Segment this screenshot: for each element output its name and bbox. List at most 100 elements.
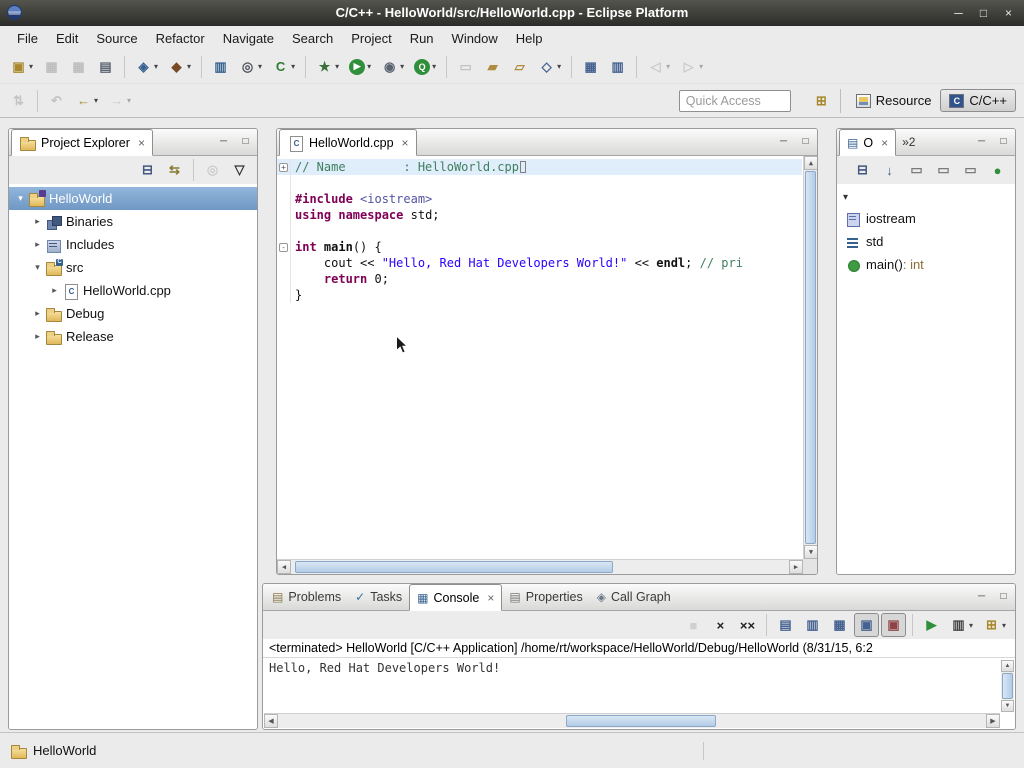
- close-window-button[interactable]: ×: [998, 3, 1019, 23]
- scroll-left-icon[interactable]: [264, 714, 278, 728]
- minimize-view-button[interactable]: ─: [974, 589, 989, 603]
- run-button[interactable]: ▶▾: [345, 55, 375, 79]
- hide-non-public-members-button[interactable]: ▭: [958, 158, 983, 182]
- scroll-right-icon[interactable]: [986, 714, 1000, 728]
- linked-mode-button[interactable]: ●: [985, 158, 1010, 182]
- menu-source[interactable]: Source: [87, 28, 146, 49]
- tab-tasks[interactable]: ✓Tasks: [348, 583, 409, 610]
- scroll-right-icon[interactable]: [789, 560, 803, 574]
- menu-edit[interactable]: Edit: [47, 28, 87, 49]
- open-perspective-button[interactable]: ⊞: [809, 89, 834, 113]
- tree-item-release[interactable]: ▸Release: [9, 325, 257, 348]
- tab-properties[interactable]: ▤Properties: [502, 583, 589, 610]
- close-tab-icon[interactable]: ×: [402, 136, 409, 150]
- menu-refactor[interactable]: Refactor: [147, 28, 214, 49]
- code-area[interactable]: +// Name : HelloWorld.cpp#include <iostr…: [277, 159, 802, 303]
- maximize-view-button[interactable]: □: [238, 134, 253, 148]
- maximize-view-button[interactable]: □: [798, 134, 813, 148]
- hide-static-members-button[interactable]: ▭: [931, 158, 956, 182]
- collapse-all-button[interactable]: ⊟: [135, 158, 160, 182]
- fold-plus-icon[interactable]: +: [277, 159, 291, 175]
- menu-window[interactable]: Window: [443, 28, 507, 49]
- menu-project[interactable]: Project: [342, 28, 400, 49]
- scroll-track[interactable]: [278, 714, 986, 728]
- tab-console[interactable]: ▦Console×: [409, 584, 502, 611]
- view-overflow-chevron[interactable]: »2: [902, 135, 915, 149]
- back-button[interactable]: ←▾: [71, 89, 102, 113]
- tree-item-debug[interactable]: ▸Debug: [9, 302, 257, 325]
- search-button[interactable]: ◇▾: [534, 55, 565, 79]
- new-source-file-button[interactable]: ▥: [208, 55, 233, 79]
- scroll-down-icon[interactable]: [1001, 700, 1014, 712]
- launch-shortcut-button[interactable]: ▶: [919, 613, 944, 637]
- tab-problems[interactable]: ▤Problems: [265, 583, 348, 610]
- hide-fields-button[interactable]: ▭: [904, 158, 929, 182]
- scrollbar-thumb[interactable]: [805, 171, 816, 544]
- build-all-button[interactable]: ◆▾: [164, 55, 195, 79]
- scroll-down-icon[interactable]: [804, 545, 817, 559]
- tree-item-includes[interactable]: ▸Includes: [9, 233, 257, 256]
- scrollbar-thumb[interactable]: [566, 715, 716, 727]
- menu-run[interactable]: Run: [401, 28, 443, 49]
- expand-arrow-icon[interactable]: ▾: [13, 193, 28, 204]
- maximize-view-button[interactable]: □: [996, 589, 1011, 603]
- perspective-cpp-button[interactable]: C/C++: [940, 89, 1016, 112]
- outline-item-iostream[interactable]: iostream: [837, 207, 1015, 230]
- expand-arrow-icon[interactable]: ▸: [30, 331, 45, 342]
- show-stderr-toggle-button[interactable]: ▣: [881, 613, 906, 637]
- expand-arrow-icon[interactable]: ▸: [47, 285, 62, 296]
- tab-helloworld-cpp[interactable]: HelloWorld.cpp ×: [279, 129, 417, 156]
- close-tab-icon[interactable]: ×: [487, 591, 494, 605]
- remove-launch-button[interactable]: ×: [708, 613, 733, 637]
- outline-item-main[interactable]: main() : int: [837, 253, 1015, 276]
- sort-button[interactable]: ↓: [877, 158, 902, 182]
- minimize-view-button[interactable]: ─: [216, 134, 231, 148]
- minimize-view-button[interactable]: ─: [776, 134, 791, 148]
- scroll-track[interactable]: [291, 560, 789, 574]
- menu-file[interactable]: File: [8, 28, 47, 49]
- scrollbar-thumb[interactable]: [1002, 673, 1013, 699]
- quick-access-input[interactable]: [679, 90, 791, 112]
- tree-item-src[interactable]: ▾Csrc: [9, 256, 257, 279]
- tree-item-helloworld[interactable]: ▾HelloWorld: [9, 187, 257, 210]
- word-wrap-button[interactable]: ▦: [827, 613, 852, 637]
- collapse-all-button[interactable]: ⊟: [850, 158, 875, 182]
- build-active-config-button[interactable]: C▾: [268, 55, 299, 79]
- profile-button[interactable]: ◉▾: [377, 55, 408, 79]
- open-console-button[interactable]: ⊞▾: [979, 613, 1010, 637]
- menu-search[interactable]: Search: [283, 28, 342, 49]
- debug-button[interactable]: ★▾: [312, 55, 343, 79]
- link-with-editor-button[interactable]: ⇆: [162, 158, 187, 182]
- remove-all-terminated-button[interactable]: ××: [735, 613, 760, 637]
- maximize-view-button[interactable]: □: [996, 134, 1011, 148]
- maximize-window-button[interactable]: □: [973, 3, 994, 23]
- fold-minus-icon[interactable]: -: [277, 239, 291, 255]
- external-tools-button[interactable]: Q▾: [410, 55, 440, 79]
- console-horizontal-scrollbar[interactable]: [264, 713, 1000, 728]
- new-cpp-project-button[interactable]: ◈▾: [131, 55, 162, 79]
- toggle-block-selection-button[interactable]: ▦: [578, 55, 603, 79]
- scroll-up-icon[interactable]: [804, 156, 817, 170]
- clear-console-button[interactable]: ▤: [773, 613, 798, 637]
- outline-item-std[interactable]: std: [837, 230, 1015, 253]
- perspective-resource-button[interactable]: Resource: [847, 89, 941, 112]
- outline-view-menu-icon[interactable]: ▾: [843, 192, 848, 203]
- menu-navigate[interactable]: Navigate: [214, 28, 283, 49]
- expand-arrow-icon[interactable]: ▾: [30, 262, 45, 273]
- expand-arrow-icon[interactable]: ▸: [30, 239, 45, 250]
- tab-project-explorer[interactable]: Project Explorer ×: [11, 129, 153, 156]
- tree-item-binaries[interactable]: ▸Binaries: [9, 210, 257, 233]
- code-editor[interactable]: +// Name : HelloWorld.cpp#include <iostr…: [277, 156, 817, 574]
- view-menu-button[interactable]: ▽: [227, 158, 252, 182]
- editor-horizontal-scrollbar[interactable]: [277, 559, 803, 574]
- new-button[interactable]: ▣▾: [6, 55, 37, 79]
- show-whitespace-button[interactable]: ▥: [605, 55, 630, 79]
- tab-outline[interactable]: ▤ O ×: [839, 129, 896, 156]
- display-selected-console-button[interactable]: ▥▾: [946, 613, 977, 637]
- open-task-button[interactable]: ▰: [480, 55, 505, 79]
- minimize-view-button[interactable]: ─: [974, 134, 989, 148]
- tree-item-helloworld-cpp[interactable]: ▸HelloWorld.cpp: [9, 279, 257, 302]
- minimize-window-button[interactable]: ─: [948, 3, 969, 23]
- expand-arrow-icon[interactable]: ▸: [30, 308, 45, 319]
- print-button[interactable]: ▤: [93, 55, 118, 79]
